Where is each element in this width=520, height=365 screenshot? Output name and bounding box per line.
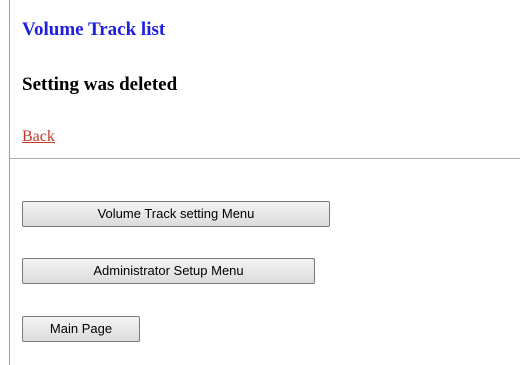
divider: [10, 158, 520, 159]
back-link[interactable]: Back: [22, 127, 55, 147]
volume-track-setting-menu-button[interactable]: Volume Track setting Menu: [22, 201, 330, 227]
page: { "header": { "title": "Volume Track lis…: [0, 0, 520, 365]
status-message: Setting was deleted: [22, 74, 178, 95]
left-frame-border: [9, 0, 10, 365]
page-title: Volume Track list: [22, 19, 166, 40]
main-page-button[interactable]: Main Page: [22, 316, 140, 342]
administrator-setup-menu-button[interactable]: Administrator Setup Menu: [22, 258, 315, 284]
